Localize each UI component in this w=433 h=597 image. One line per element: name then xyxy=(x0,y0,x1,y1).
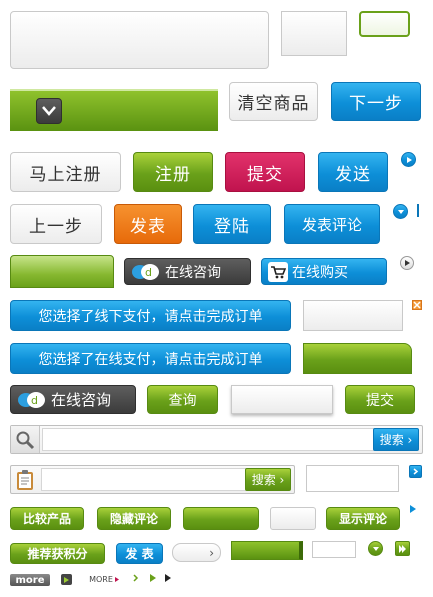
search-icon xyxy=(11,426,40,453)
more-dark-button[interactable]: more xyxy=(10,574,50,586)
green-progress-bar xyxy=(231,541,303,560)
search-alt-input[interactable] xyxy=(41,468,248,491)
play-icon[interactable] xyxy=(150,574,156,582)
online-consult-label: 在线咨询 xyxy=(165,264,221,281)
publish-small-button[interactable]: 发 表 xyxy=(116,543,163,564)
play-icon xyxy=(64,576,69,583)
publish-button[interactable]: 发表 xyxy=(114,204,182,244)
quick-register-button[interactable]: 马上注册 xyxy=(10,152,121,192)
search-input[interactable] xyxy=(42,428,377,451)
close-icon[interactable] xyxy=(412,300,422,310)
cart-icon xyxy=(268,261,288,282)
submit-button[interactable]: 提交 xyxy=(225,152,305,192)
show-comments-button[interactable]: 显示评论 xyxy=(326,507,400,530)
chevron-toggle-button[interactable] xyxy=(36,98,62,124)
query-button[interactable]: 查询 xyxy=(147,385,218,414)
green-blank-small-button[interactable] xyxy=(183,507,259,530)
search-bar xyxy=(10,425,423,454)
green-down-circle-button[interactable] xyxy=(368,541,383,556)
prev-step-button[interactable]: 上一步 xyxy=(10,204,102,244)
blank-text-field[interactable] xyxy=(306,465,399,492)
search-alt-button[interactable]: 搜索 › xyxy=(245,468,291,491)
clipboard-icon xyxy=(11,466,39,493)
down-circle-button[interactable] xyxy=(393,204,408,219)
submit-green-button[interactable]: 提交 xyxy=(345,385,415,414)
recommend-points-button[interactable]: 推荐获积分 xyxy=(10,543,105,564)
green-blank-button[interactable] xyxy=(303,343,412,374)
register-button[interactable]: 注册 xyxy=(133,152,213,192)
silver-blank-button[interactable] xyxy=(303,300,403,331)
play-icon xyxy=(405,260,410,266)
online-consult-large-button[interactable]: d 在线咨询 xyxy=(10,385,136,414)
svg-text:d: d xyxy=(31,394,38,407)
chevron-down-icon xyxy=(372,546,379,551)
play-icon xyxy=(406,156,412,163)
green-next-button[interactable] xyxy=(395,541,410,556)
chevron-down-icon xyxy=(397,209,404,214)
send-button[interactable]: 发送 xyxy=(318,152,388,192)
chat-icon: d xyxy=(18,391,45,408)
post-comment-button[interactable]: 发表评论 xyxy=(284,204,380,244)
play-icon[interactable] xyxy=(165,574,171,582)
large-silver-panel xyxy=(10,11,269,69)
online-consult-button[interactable]: d 在线咨询 xyxy=(124,258,251,285)
blue-arrow-button[interactable] xyxy=(409,465,422,478)
chat-icon: d xyxy=(132,263,159,280)
offline-pay-complete-button[interactable]: 您选择了线下支付，请点击完成订单 xyxy=(10,300,291,331)
more-small-link[interactable]: MORE xyxy=(87,574,121,585)
play-circle-dark-button[interactable] xyxy=(400,256,414,270)
divider-tick xyxy=(417,204,419,217)
compare-products-button[interactable]: 比较产品 xyxy=(10,507,84,530)
green-outline-button[interactable] xyxy=(359,11,410,37)
search-button[interactable]: 搜索 › xyxy=(373,428,419,451)
silver-wide-button[interactable] xyxy=(231,385,333,414)
chevron-down-icon xyxy=(42,106,56,116)
play-icon xyxy=(413,468,419,475)
chevron-right-icon[interactable] xyxy=(133,574,139,582)
online-consult-large-label: 在线咨询 xyxy=(51,391,112,409)
play-icon xyxy=(410,505,416,513)
svg-text:d: d xyxy=(145,266,152,279)
more-small-label: MORE xyxy=(89,575,113,584)
hide-comments-button[interactable]: 隐藏评论 xyxy=(97,507,171,530)
silver-small-button[interactable] xyxy=(270,507,316,530)
dropdown-arrow-button[interactable]: › xyxy=(172,543,221,562)
online-pay-complete-button[interactable]: 您选择了在线支付，请点击完成订单 xyxy=(10,343,291,374)
login-button[interactable]: 登陆 xyxy=(193,204,271,244)
play-circle-button[interactable] xyxy=(401,152,416,167)
play-icon xyxy=(399,544,406,553)
play-icon xyxy=(114,577,119,582)
blank-small-field[interactable] xyxy=(312,541,356,558)
silver-square-button[interactable] xyxy=(281,11,347,56)
next-step-button[interactable]: 下一步 xyxy=(331,82,421,121)
online-buy-button[interactable]: 在线购买 xyxy=(261,258,387,285)
dark-play-button[interactable] xyxy=(61,574,72,585)
online-buy-label: 在线购买 xyxy=(292,264,348,281)
green-tab-panel xyxy=(10,255,114,288)
clear-cart-button[interactable]: 清空商品 xyxy=(229,82,318,121)
